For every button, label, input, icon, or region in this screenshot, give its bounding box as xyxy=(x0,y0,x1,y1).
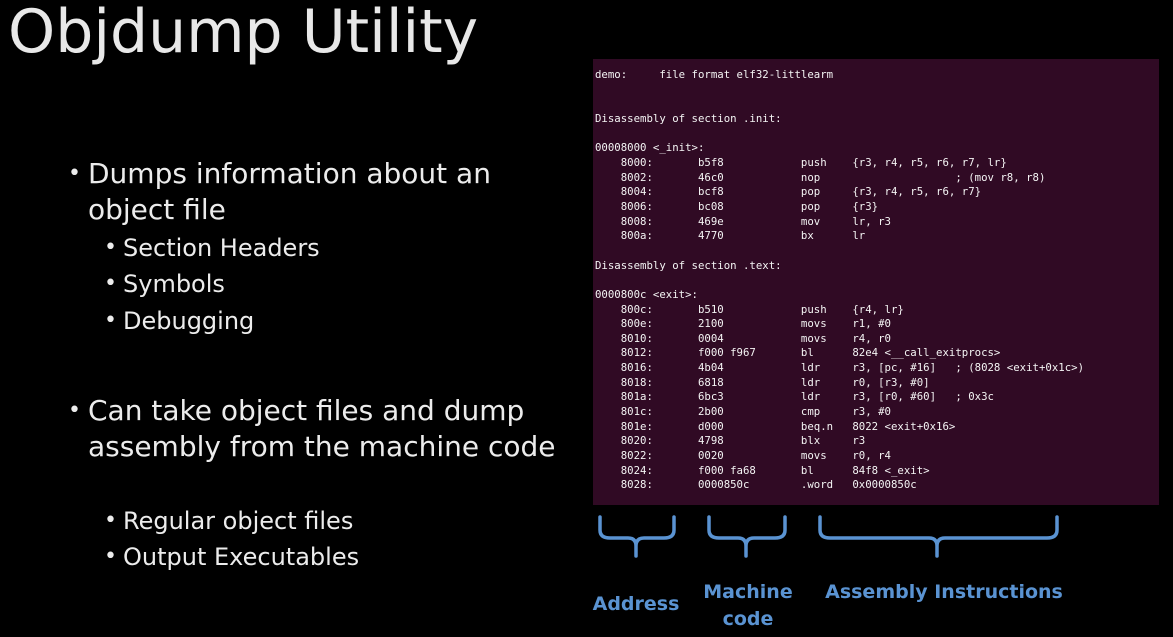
assembly-instructions-label: Assembly Instructions xyxy=(825,581,1063,603)
machine-code-brace-icon xyxy=(707,515,787,558)
annotation-braces xyxy=(598,515,1059,558)
assembly-brace-icon xyxy=(818,515,1059,558)
machine-code-label-line2: code xyxy=(722,608,774,630)
machine-code-label-line1: Machine xyxy=(703,581,793,603)
address-brace-icon xyxy=(598,515,676,558)
address-label: Address xyxy=(592,593,680,615)
